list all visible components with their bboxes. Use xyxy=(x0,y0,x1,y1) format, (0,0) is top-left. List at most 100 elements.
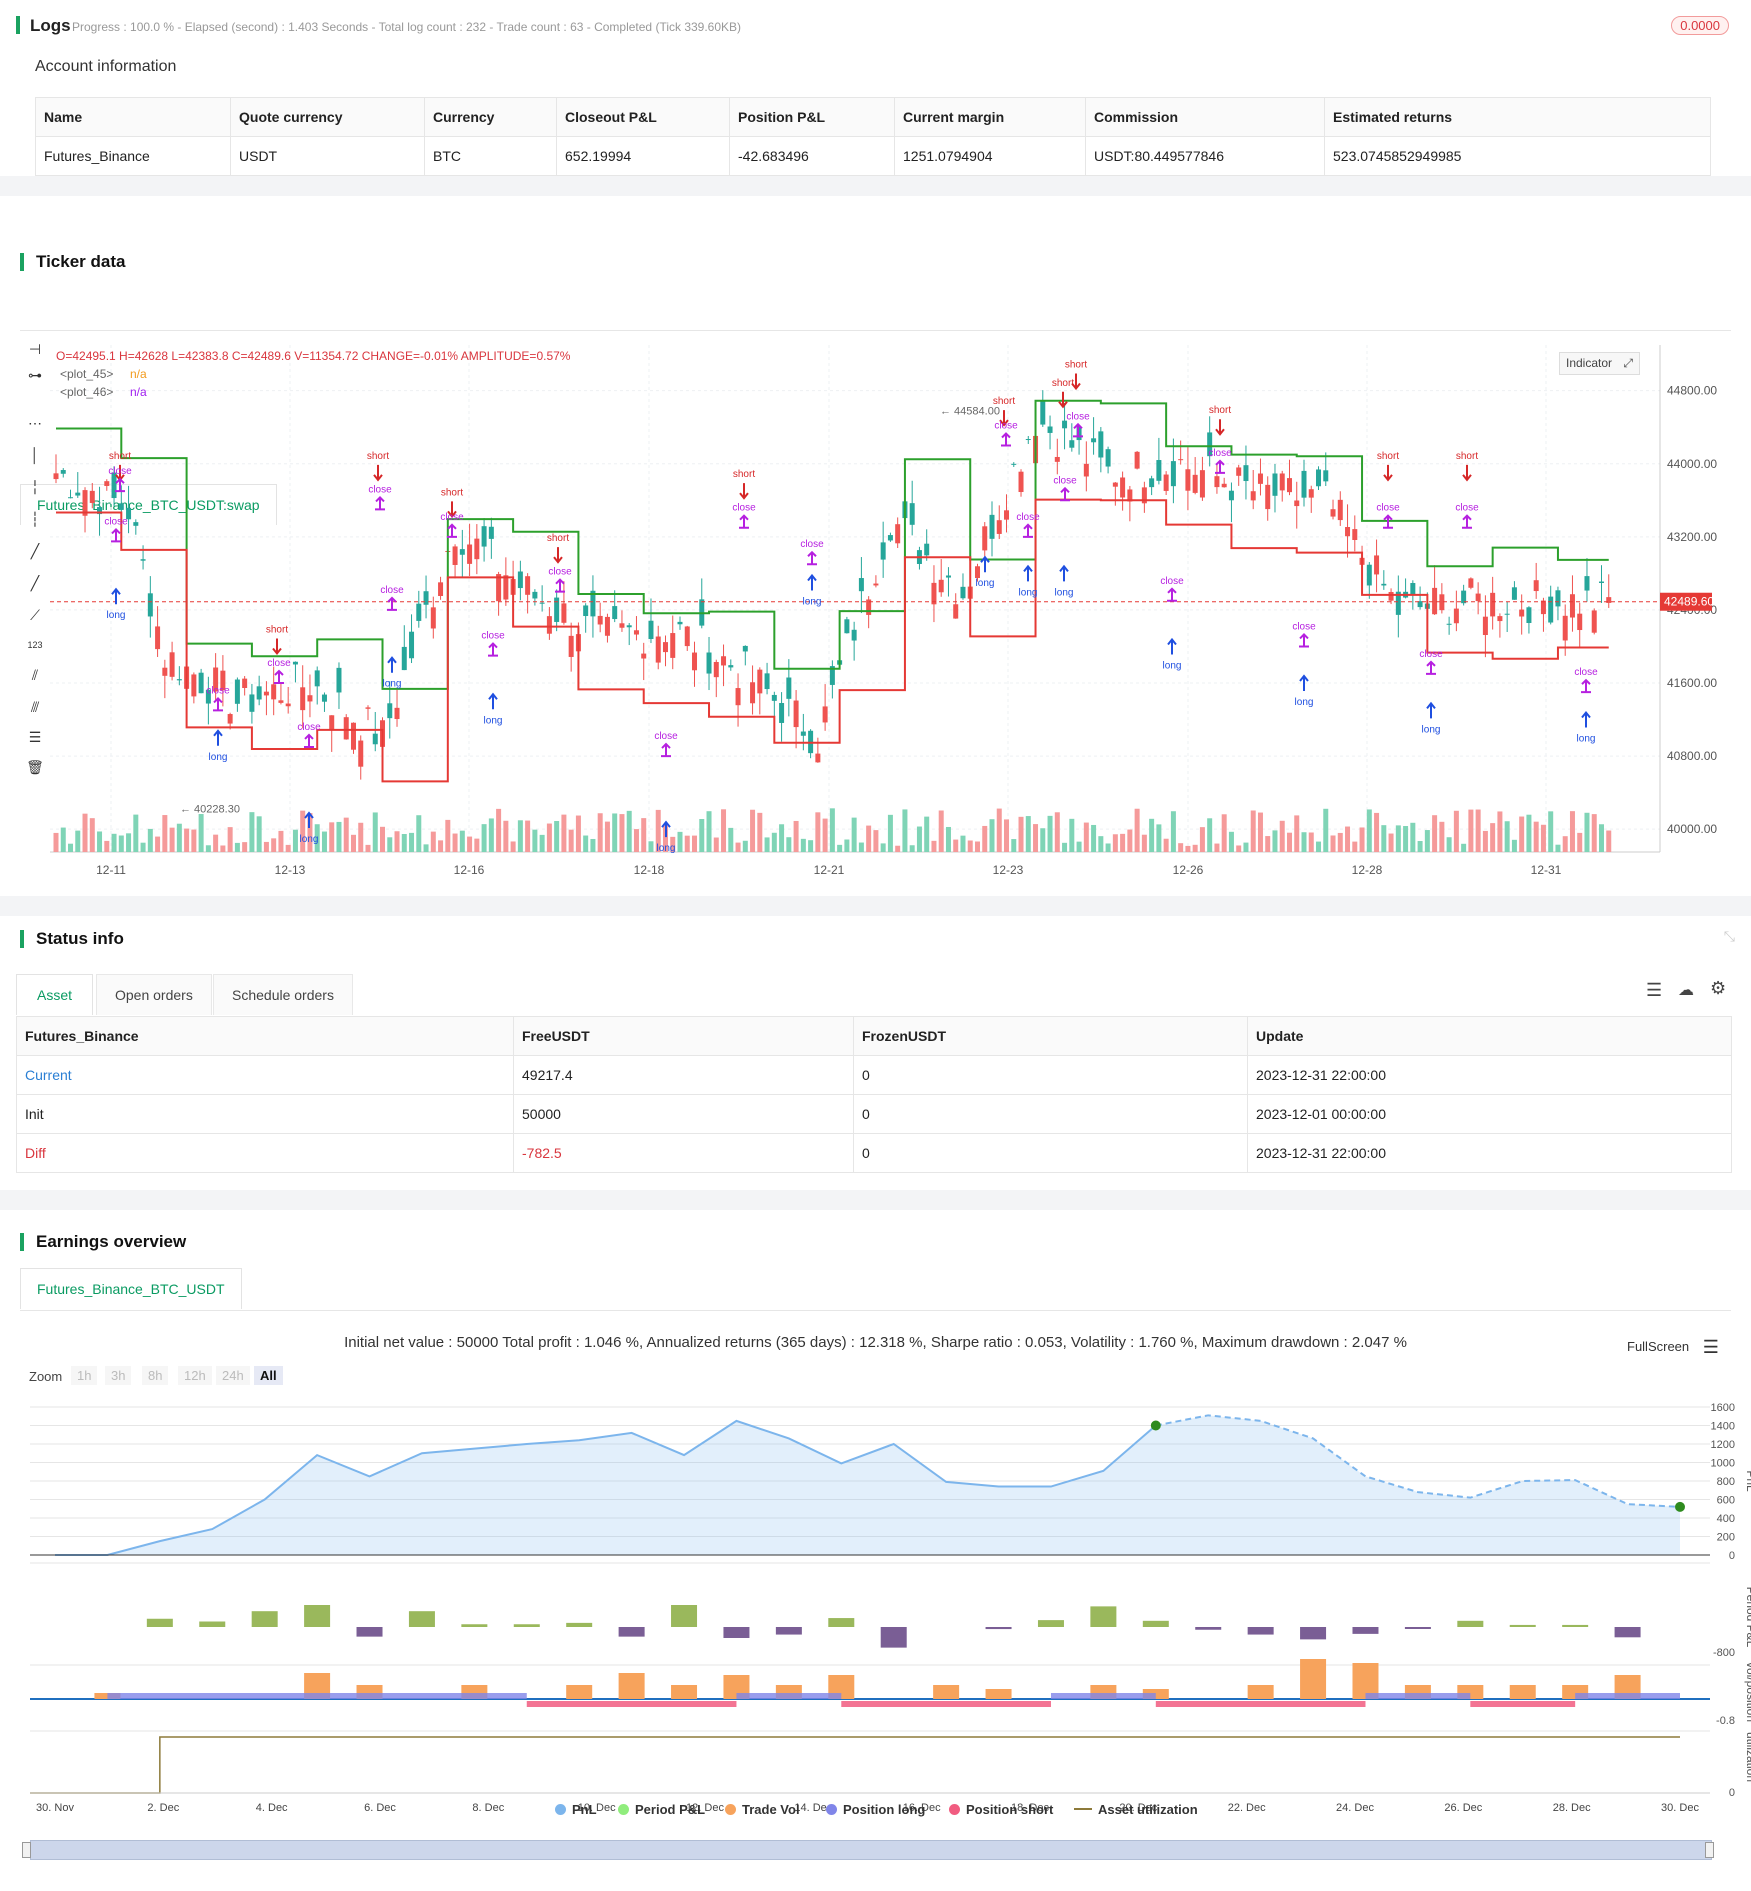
short-arrow-icon xyxy=(1383,464,1393,482)
candle-body xyxy=(721,656,727,666)
earnings-chart[interactable]: 1600 1400 1200 1000 800 600 400 200 0 PnL -800 Peri… xyxy=(0,1395,1751,1835)
legend-pnl-swatch xyxy=(555,1804,566,1815)
close-marker-icon xyxy=(1023,523,1033,538)
navigator-scrollbar[interactable] xyxy=(30,1840,1712,1860)
fullscreen-button[interactable]: FullScreen ☰ xyxy=(1627,1337,1719,1358)
legend-period-pnl[interactable]: Period P&L xyxy=(618,1802,705,1817)
tab-asset[interactable]: Asset xyxy=(16,974,94,1015)
col-current-margin: Current margin xyxy=(894,97,1086,137)
close-marker-icon xyxy=(488,642,498,657)
period-pnl-bar xyxy=(671,1605,698,1627)
volume-bar xyxy=(1475,809,1481,852)
collapse-icon[interactable]: ⤡ xyxy=(1724,928,1735,945)
candle-body xyxy=(488,526,494,539)
zoom-24h-button[interactable]: 24h xyxy=(216,1366,250,1385)
volume-bar xyxy=(989,819,995,852)
cloud-download-icon[interactable]: ☁ xyxy=(1678,980,1694,1000)
candle-body xyxy=(394,707,400,720)
period-pnl-bar xyxy=(1247,1627,1274,1635)
volume-bar xyxy=(300,810,306,852)
candle-body xyxy=(554,597,560,622)
legend-position-long[interactable]: Position long xyxy=(826,1802,925,1817)
gear-icon[interactable]: ⚙ xyxy=(1710,978,1726,999)
vol-min-label: -0.8 xyxy=(1716,1715,1735,1727)
legend-trade-vol[interactable]: Trade Vol xyxy=(725,1802,800,1817)
candle-body xyxy=(1345,527,1351,537)
volume-bar xyxy=(1236,845,1242,852)
navigator-left-handle[interactable] xyxy=(22,1842,31,1858)
candle-body xyxy=(648,620,654,639)
candle-body xyxy=(953,604,959,619)
tab-earnings-symbol[interactable]: Futures_Binance_BTC_USDT xyxy=(20,1268,242,1309)
candle-body xyxy=(459,549,465,555)
period-pnl-bar xyxy=(828,1618,855,1627)
volume-bar xyxy=(829,808,835,852)
zoom-all-button[interactable]: All xyxy=(254,1366,283,1385)
volume-bar xyxy=(263,841,269,852)
close-marker-icon xyxy=(1426,660,1436,675)
candle-body xyxy=(713,661,719,678)
volume-bar xyxy=(750,809,756,852)
volume-bar xyxy=(82,813,88,852)
legend-position-short[interactable]: Position short xyxy=(949,1802,1053,1817)
zoom-3h-button[interactable]: 3h xyxy=(105,1366,132,1385)
candle-body xyxy=(365,707,371,709)
volume-bar xyxy=(539,834,545,852)
zoom-8h-button[interactable]: 8h xyxy=(142,1366,169,1385)
volume-bar xyxy=(880,843,886,852)
indicator-button[interactable]: Indicator ⤢ xyxy=(1559,352,1640,375)
volume-bar xyxy=(1562,836,1568,852)
volume-bar xyxy=(169,827,175,852)
candle-body xyxy=(1279,473,1285,491)
date-tick-label: 26. Dec xyxy=(1444,1802,1482,1814)
expand-icon[interactable]: ⤢ xyxy=(1623,356,1633,370)
col-update: Update xyxy=(1247,1016,1732,1056)
period-pnl-bar xyxy=(1614,1627,1641,1638)
candle-body xyxy=(1577,613,1583,631)
candle-body xyxy=(1330,509,1336,517)
status-title: Status info xyxy=(20,930,124,948)
candlestick-chart[interactable]: 44800.0044000.0043200.0042400.0041600.00… xyxy=(0,340,1751,900)
volume-bar xyxy=(1490,823,1496,852)
menu-icon[interactable]: ☰ xyxy=(1703,1337,1719,1357)
col-commission: Commission xyxy=(1085,97,1325,137)
short-arrow-icon xyxy=(1058,391,1068,409)
short-marker-label: short xyxy=(547,533,569,544)
tab-open-orders[interactable]: Open orders xyxy=(96,974,212,1015)
indicator-label: Indicator xyxy=(1566,356,1613,370)
logs-title: Logs xyxy=(30,16,71,35)
legend-pnl[interactable]: PnL xyxy=(555,1802,597,1817)
navigator-right-handle[interactable] xyxy=(1705,1842,1714,1858)
volume-bar xyxy=(162,815,168,852)
plot45-value: n/a xyxy=(130,367,147,381)
zoom-1h-button[interactable]: 1h xyxy=(71,1366,98,1385)
candle-body xyxy=(1308,489,1314,498)
volume-bar xyxy=(1446,837,1452,852)
volume-bar xyxy=(1134,808,1140,852)
candle-body xyxy=(1054,456,1060,462)
list-icon[interactable]: ☰ xyxy=(1646,980,1662,1001)
long-arrow-icon xyxy=(807,573,817,591)
volume-bar xyxy=(1199,827,1205,852)
volume-bar xyxy=(517,820,523,852)
legend-asset-utilization[interactable]: Asset utilization xyxy=(1074,1802,1198,1817)
candle-body xyxy=(401,646,407,671)
tab-divider xyxy=(20,330,1731,331)
candle-body xyxy=(1018,471,1024,493)
tab-schedule-orders[interactable]: Schedule orders xyxy=(213,974,353,1015)
short-arrow-icon xyxy=(1215,419,1225,436)
volume-bar xyxy=(220,845,226,852)
price-tick-label: 43200.00 xyxy=(1667,530,1717,544)
volume-bar xyxy=(1555,844,1561,852)
volume-bar xyxy=(568,829,574,852)
volume-bar xyxy=(590,838,596,852)
candle-body xyxy=(815,753,821,763)
long-marker-label: long xyxy=(657,843,676,854)
long-marker-label: long xyxy=(976,578,995,589)
volume-bar xyxy=(1432,815,1438,852)
candle-body xyxy=(1294,500,1300,507)
tab-divider xyxy=(20,1310,1731,1311)
short-marker-label: short xyxy=(1065,360,1087,371)
zoom-12h-button[interactable]: 12h xyxy=(178,1366,212,1385)
volume-bar xyxy=(321,831,327,852)
